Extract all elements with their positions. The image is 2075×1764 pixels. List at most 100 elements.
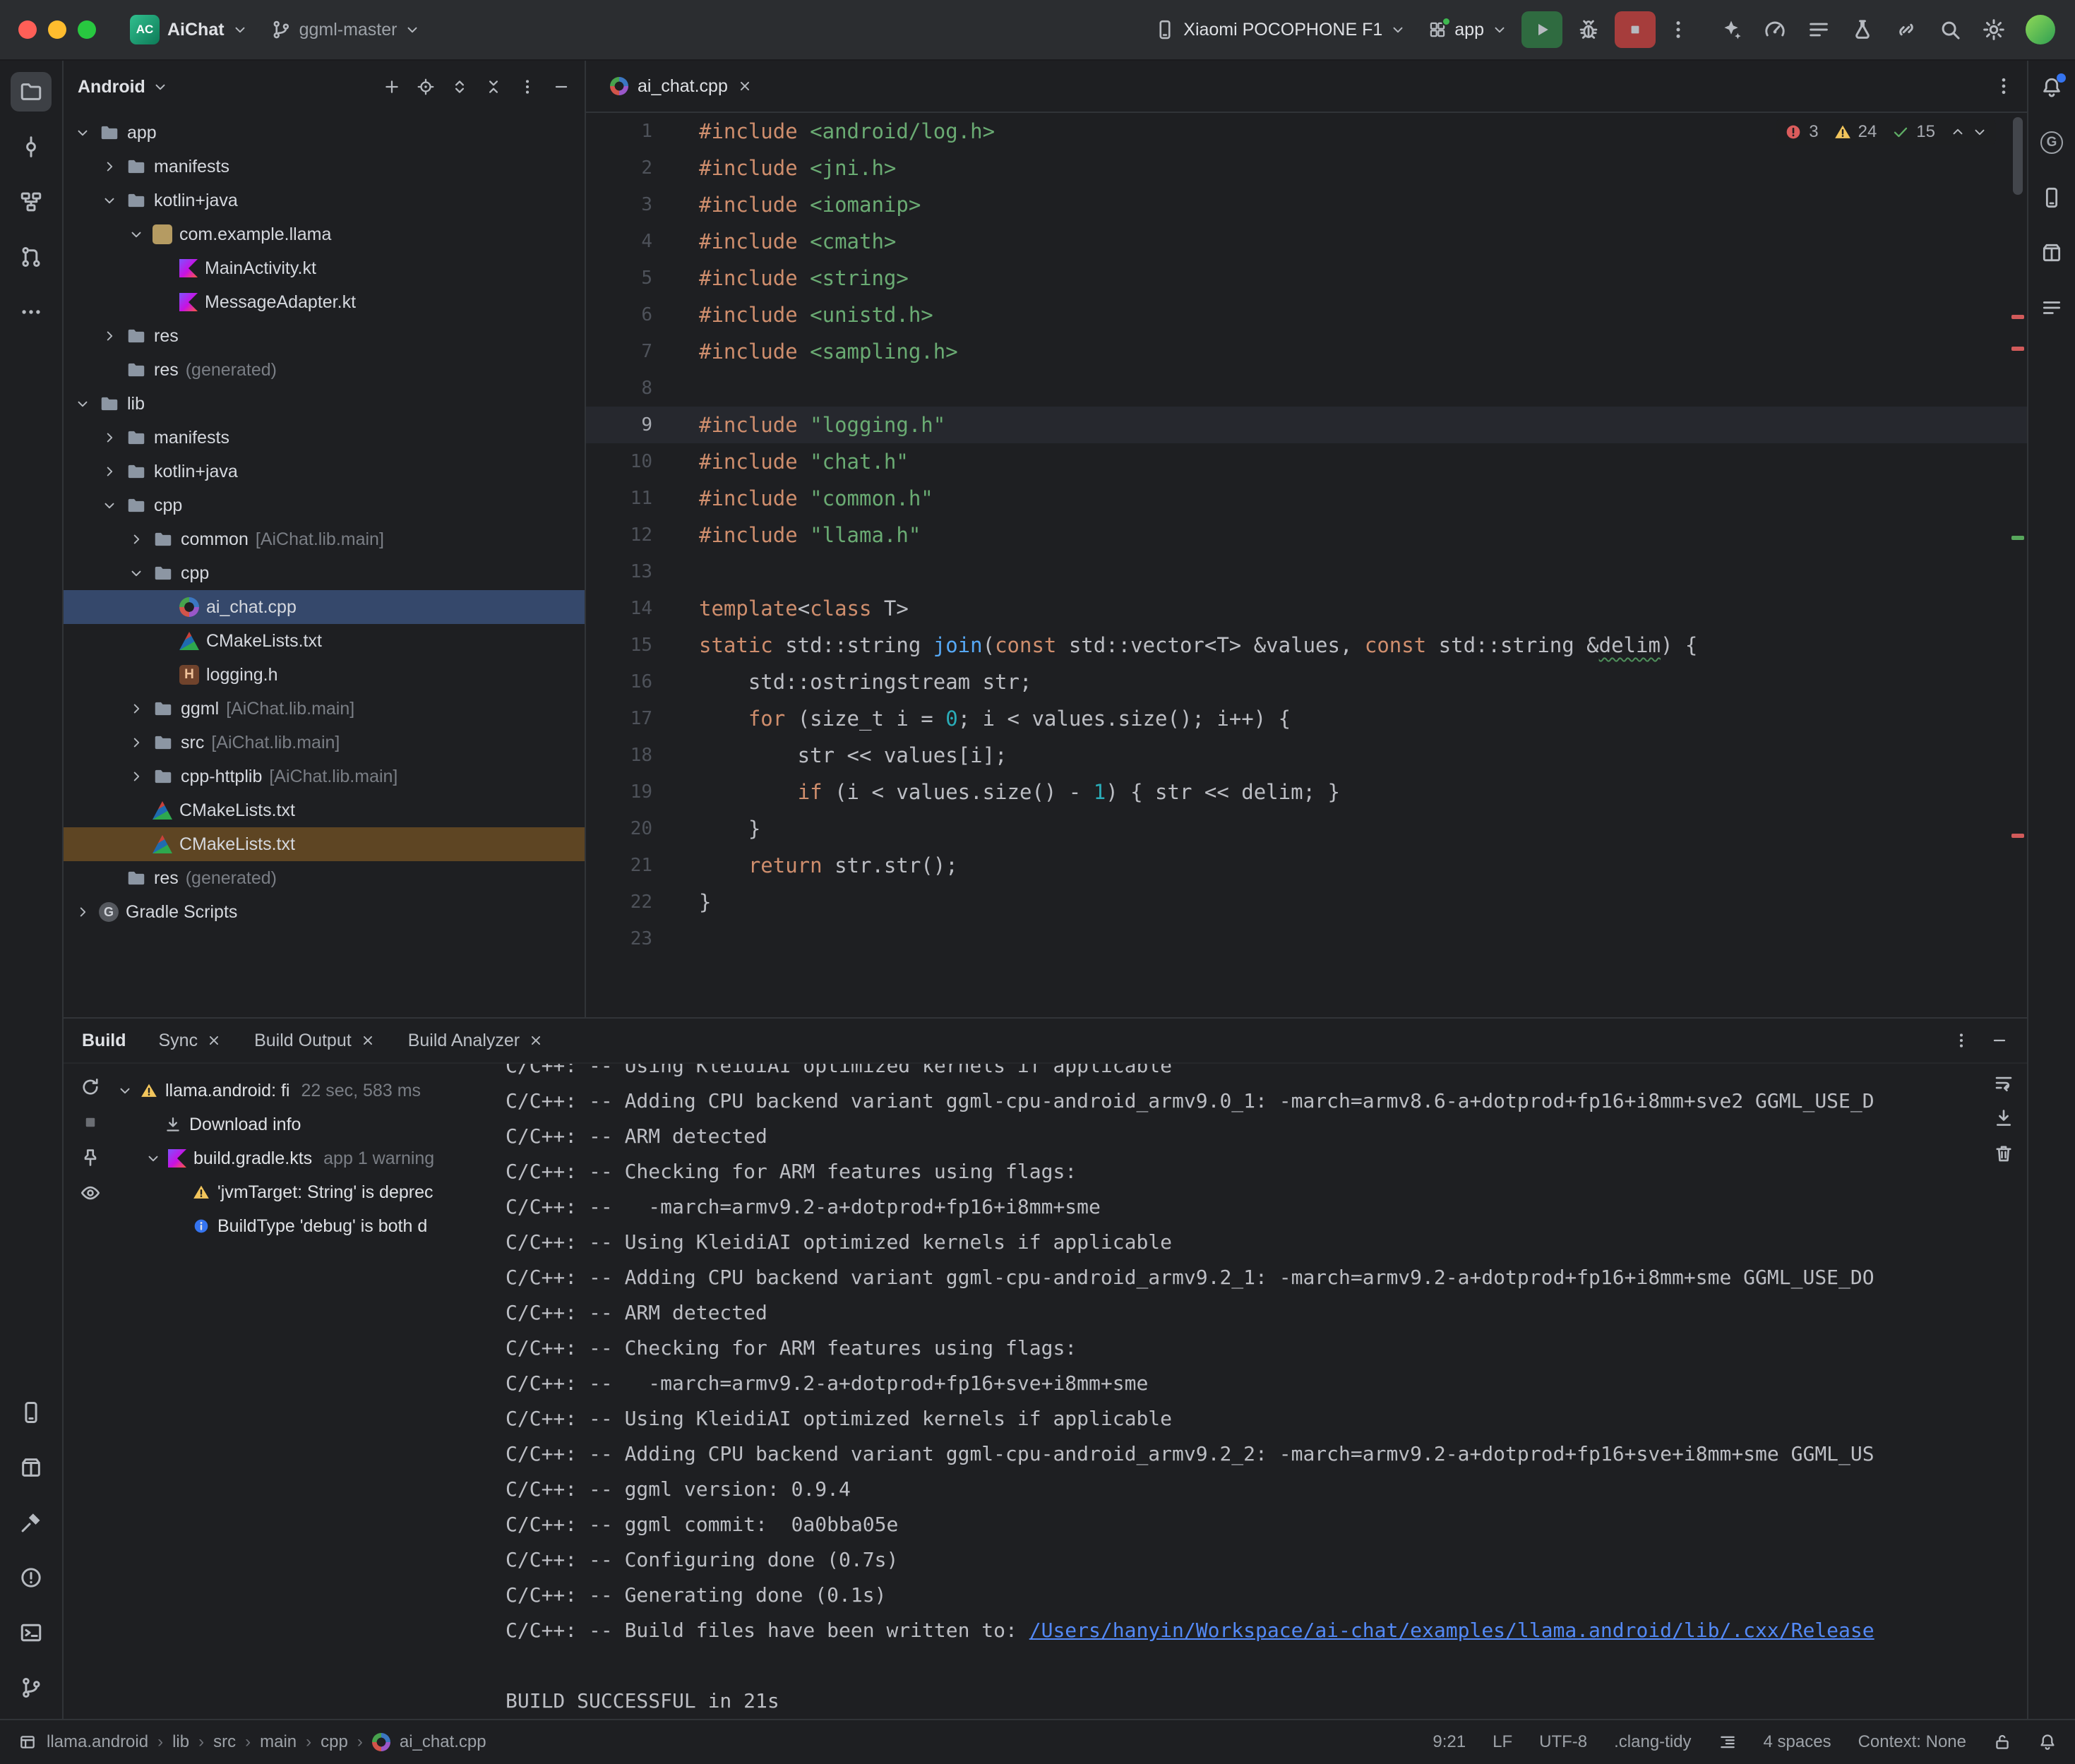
chevron-down-icon[interactable]	[102, 193, 117, 208]
error-stripe-mark[interactable]	[2011, 315, 2024, 319]
chevron-down-icon[interactable]	[128, 565, 144, 581]
breadcrumb-src[interactable]: src	[213, 1732, 236, 1752]
code-editor[interactable]: 1#include <android/log.h>2#include <jni.…	[586, 113, 2027, 1017]
next-issue-icon[interactable]	[1972, 124, 1987, 140]
todo-list-icon[interactable]	[1807, 18, 1831, 42]
search-everywhere-icon[interactable]	[1938, 18, 1962, 42]
tree-item-res[interactable]: res(generated)	[64, 353, 585, 387]
tree-item-common[interactable]: common[AiChat.lib.main]	[64, 522, 585, 556]
chevron-right-icon[interactable]	[102, 328, 117, 344]
pull-requests-tool-button[interactable]	[11, 237, 52, 277]
chevron-right-icon[interactable]	[128, 532, 144, 547]
breadcrumb-lib[interactable]: lib	[172, 1732, 189, 1752]
error-stripe-mark[interactable]	[2011, 347, 2024, 351]
chevron-right-icon[interactable]	[102, 430, 117, 445]
problems-tool-button[interactable]	[11, 1558, 52, 1597]
chevron-right-icon[interactable]	[75, 904, 90, 920]
project-tool-button[interactable]	[11, 72, 52, 112]
vcs-branch-selector[interactable]: ggml-master	[261, 13, 431, 46]
indent-setting[interactable]: 4 spaces	[1764, 1732, 1831, 1752]
tree-item-cpp-httplib[interactable]: cpp-httplib[AiChat.lib.main]	[64, 760, 585, 793]
close-window-button[interactable]	[18, 20, 37, 39]
build-tab-build-output[interactable]: Build Output	[254, 1031, 376, 1051]
tree-item-cmakelists-txt[interactable]: CMakeLists.txt	[64, 624, 585, 658]
chevron-right-icon[interactable]	[102, 464, 117, 479]
user-avatar[interactable]	[2026, 15, 2055, 44]
panel-options-icon[interactable]	[518, 78, 537, 96]
project-view-mode-selector[interactable]: Android	[78, 77, 168, 97]
chevron-down-icon[interactable]	[128, 227, 144, 242]
chevron-down-icon[interactable]	[75, 396, 90, 412]
chevron-down-icon[interactable]	[145, 1151, 161, 1166]
add-icon[interactable]	[383, 78, 401, 96]
scroll-to-end-icon[interactable]	[1993, 1108, 2014, 1129]
tree-item-res[interactable]: res	[64, 319, 585, 353]
device-explorer-tool-button[interactable]	[11, 1393, 52, 1432]
device-mirroring-icon[interactable]	[1894, 18, 1918, 42]
chevron-right-icon[interactable]	[102, 159, 117, 174]
tree-item-manifests[interactable]: manifests	[64, 150, 585, 184]
tree-item-messageadapter-kt[interactable]: MessageAdapter.kt	[64, 285, 585, 319]
debug-button[interactable]	[1568, 11, 1609, 48]
tree-item-gradle-scripts[interactable]: GGradle Scripts	[64, 895, 585, 929]
build-variants-icon[interactable]	[1850, 18, 1874, 42]
clang-tidy-setting[interactable]: .clang-tidy	[1614, 1732, 1691, 1752]
ai-assistant-icon[interactable]	[1719, 18, 1743, 42]
lock-icon[interactable]	[1993, 1733, 2011, 1751]
version-control-tool-button[interactable]	[11, 1668, 52, 1708]
hide-panel-icon[interactable]	[1990, 1031, 2009, 1050]
tree-item-src[interactable]: src[AiChat.lib.main]	[64, 726, 585, 760]
tree-item-cpp[interactable]: cpp	[64, 556, 585, 590]
run-button[interactable]	[1521, 11, 1562, 48]
breadcrumb-main[interactable]: main	[260, 1732, 297, 1752]
build-tab-build-analyzer[interactable]: Build Analyzer	[408, 1031, 544, 1051]
close-tab-icon[interactable]	[360, 1033, 376, 1048]
clear-console-icon[interactable]	[1993, 1143, 2014, 1164]
device-manager-tool-button[interactable]	[2035, 181, 2069, 215]
change-stripe-mark[interactable]	[2011, 536, 2024, 540]
close-tab-icon[interactable]	[206, 1033, 222, 1048]
build-tree-item-download-info[interactable]: Download info	[117, 1108, 501, 1141]
line-separator[interactable]: LF	[1493, 1732, 1512, 1752]
tree-item-cmakelists-txt[interactable]: CMakeLists.txt	[64, 793, 585, 827]
tree-item-kotlin-java[interactable]: kotlin+java	[64, 184, 585, 217]
tree-item-logging-h[interactable]: Hlogging.h	[64, 658, 585, 692]
editor-options-icon[interactable]	[1993, 76, 2014, 97]
app-inspection-tool-button[interactable]	[11, 1448, 52, 1487]
build-output-path-link[interactable]: /Users/hanyin/Workspace/ai-chat/examples…	[1029, 1619, 1874, 1642]
build-tree-item-jvmtarget-string-is-deprec[interactable]: 'jvmTarget: String' is deprec	[117, 1175, 501, 1209]
rerun-build-icon[interactable]	[80, 1076, 101, 1098]
build-tab-sync[interactable]: Sync	[159, 1031, 222, 1051]
soft-wrap-icon[interactable]	[1993, 1072, 2014, 1093]
chevron-right-icon[interactable]	[128, 769, 144, 784]
notifications-tool-button[interactable]	[2035, 71, 2069, 104]
tree-item-mainactivity-kt[interactable]: MainActivity.kt	[64, 251, 585, 285]
tree-item-kotlin-java[interactable]: kotlin+java	[64, 455, 585, 488]
inspections-widget[interactable]: 3 24 15	[1776, 119, 1996, 145]
stop-build-icon[interactable]	[80, 1112, 101, 1133]
tree-item-res[interactable]: res(generated)	[64, 861, 585, 895]
caret-position[interactable]: 9:21	[1433, 1732, 1466, 1752]
settings-icon[interactable]	[1982, 18, 2006, 42]
chevron-right-icon[interactable]	[128, 701, 144, 716]
tree-item-manifests[interactable]: manifests	[64, 421, 585, 455]
build-tab-build[interactable]: Build	[82, 1031, 126, 1051]
build-console[interactable]: C/C++: -- Using KleidiAI optimized kerne…	[501, 1064, 2027, 1719]
commit-tool-button[interactable]	[11, 127, 52, 167]
chevron-down-icon[interactable]	[75, 125, 90, 140]
build-tool-button[interactable]	[11, 1503, 52, 1542]
stop-button[interactable]	[1615, 11, 1656, 48]
structure-tool-button[interactable]	[11, 182, 52, 222]
context-setting[interactable]: Context: None	[1858, 1732, 1966, 1752]
project-selector[interactable]: AC AiChat	[120, 9, 258, 50]
tree-item-ggml[interactable]: ggml[AiChat.lib.main]	[64, 692, 585, 726]
tree-item-app[interactable]: app	[64, 116, 585, 150]
build-tree-item-buildtype-debug-is-both-d[interactable]: BuildType 'debug' is both d	[117, 1209, 501, 1243]
tree-item-cmakelists-txt[interactable]: CMakeLists.txt	[64, 827, 585, 861]
more-tool-windows-button[interactable]	[11, 292, 52, 332]
build-tree-item-llama-android-fi[interactable]: llama.android: fi22 sec, 583 ms	[117, 1074, 501, 1108]
device-selector[interactable]: Xiaomi POCOPHONE F1	[1144, 13, 1416, 46]
notifications-icon[interactable]	[2038, 1733, 2057, 1751]
hide-panel-icon[interactable]	[552, 78, 570, 96]
breadcrumb-ai-chat-cpp[interactable]: ai_chat.cpp	[400, 1732, 486, 1752]
